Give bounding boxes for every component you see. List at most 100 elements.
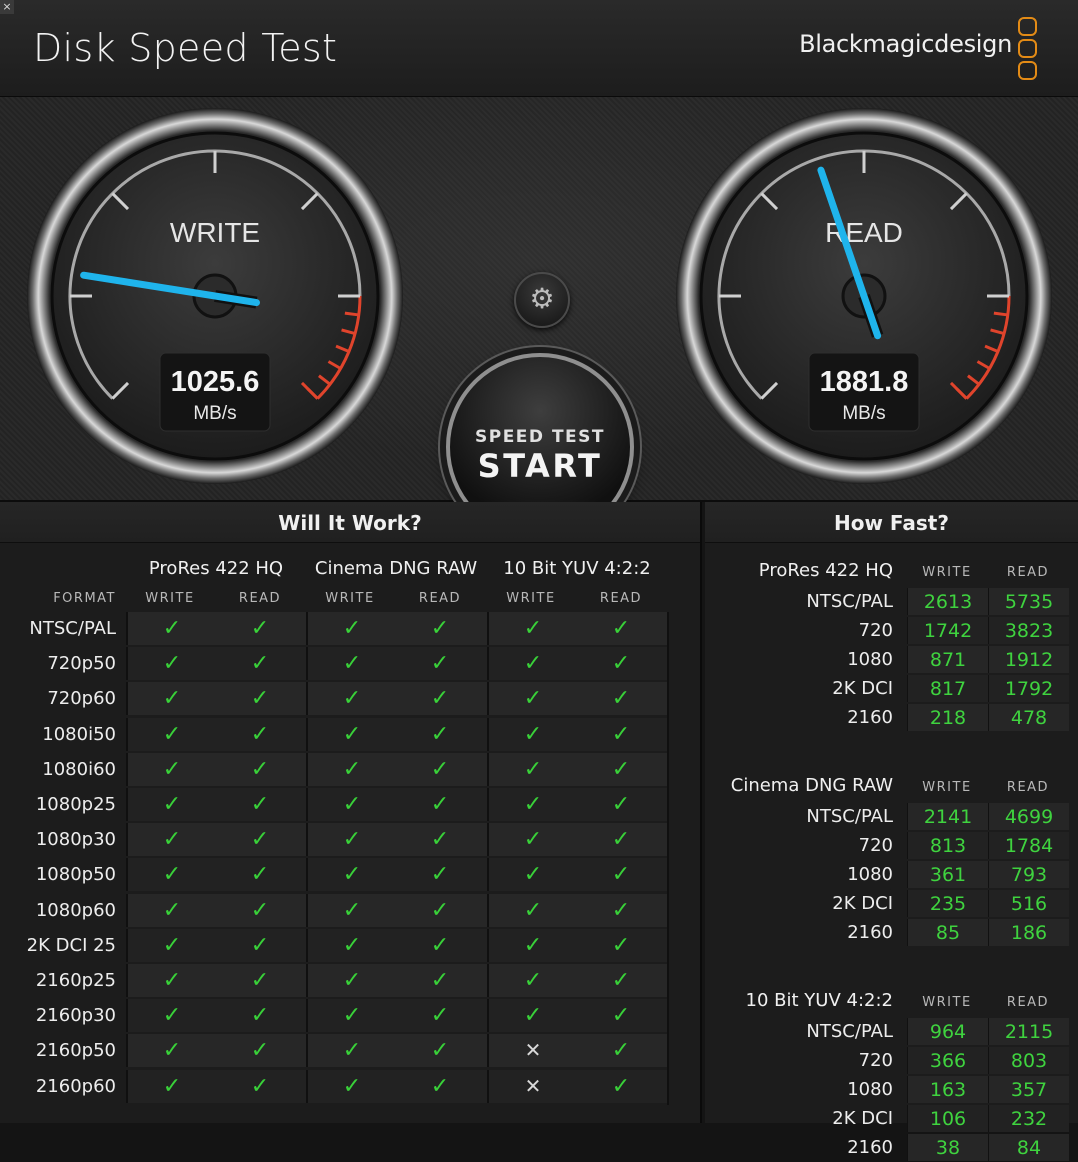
check-icon: ✓ — [126, 823, 216, 857]
check-icon: ✓ — [430, 721, 450, 747]
check-icon: ✓ — [611, 756, 631, 782]
how-fast-read-value: 232 — [988, 1105, 1069, 1132]
check-icon: ✓ — [306, 928, 396, 962]
check-icon: ✓ — [306, 893, 396, 927]
format-label: 2160p25 — [35, 970, 116, 991]
how-fast-read-value: 3823 — [988, 617, 1069, 644]
group-header: ProRes 422 HQ — [148, 558, 284, 579]
how-fast-row-label: 2160 — [847, 1137, 893, 1158]
check-icon: ✓ — [306, 1069, 396, 1103]
check-icon: ✓ — [250, 897, 270, 923]
check-icon: ✓ — [250, 862, 270, 888]
how-fast-read-value: 5735 — [988, 588, 1069, 615]
check-icon: ✓ — [306, 788, 396, 821]
start-button-label: START — [477, 447, 603, 485]
how-fast-write-value: 235 — [907, 890, 988, 917]
read-header: READ — [1006, 565, 1050, 580]
check-icon: ✓ — [306, 752, 396, 786]
check-icon: ✓ — [126, 682, 216, 716]
how-fast-read-value: 803 — [988, 1047, 1069, 1074]
how-fast-write-value: 1742 — [907, 617, 988, 644]
check-icon: ✓ — [430, 1073, 450, 1099]
check-icon: ✓ — [487, 752, 577, 786]
how-fast-read-value: 84 — [988, 1134, 1069, 1161]
format-label: 2160p30 — [35, 1005, 116, 1027]
how-fast-write-value: 361 — [907, 861, 988, 888]
check-icon: ✓ — [126, 788, 216, 821]
check-icon: ✓ — [306, 858, 396, 892]
read-header: READ — [1006, 780, 1050, 795]
how-fast-read-value: 4699 — [988, 803, 1069, 830]
format-label: 720p60 — [47, 688, 116, 710]
check-icon: ✓ — [126, 964, 216, 997]
check-icon: ✓ — [611, 1073, 631, 1099]
how-fast-read-value: 793 — [988, 861, 1069, 888]
format-label: 720p50 — [47, 653, 116, 675]
how-fast-row-label: 2160 — [847, 707, 893, 728]
format-label: 1080i60 — [42, 758, 116, 780]
check-icon: ✓ — [250, 651, 270, 677]
check-icon: ✓ — [250, 721, 270, 747]
how-fast-write-value: 85 — [907, 919, 988, 946]
check-icon: ✓ — [430, 651, 450, 677]
how-fast-write-value: 366 — [907, 1047, 988, 1074]
format-column-header: FORMAT — [53, 591, 116, 606]
how-fast-row-label: 720 — [858, 620, 893, 641]
check-icon: ✓ — [250, 1038, 270, 1064]
check-icon: ✓ — [611, 827, 631, 853]
check-icon: ✓ — [487, 717, 577, 751]
close-icon[interactable]: × — [0, 0, 14, 14]
how-fast-row-label: 1080 — [847, 1079, 893, 1100]
check-icon: ✓ — [430, 616, 450, 641]
how-fast-group-header: Cinema DNG RAW — [730, 775, 893, 796]
how-fast-title: How Fast? — [705, 502, 1078, 543]
brand-name: Blackmagicdesign — [799, 30, 1012, 58]
settings-button[interactable]: ⚙ — [514, 272, 570, 328]
write-speed-unit: MB/s — [193, 403, 236, 424]
check-icon: ✓ — [250, 932, 270, 958]
check-icon: ✓ — [306, 612, 396, 645]
check-icon: ✓ — [250, 827, 270, 853]
check-icon: ✓ — [250, 1073, 270, 1099]
format-label: 1080i50 — [42, 723, 116, 745]
check-icon: ✓ — [611, 721, 631, 747]
check-icon: ✓ — [126, 1069, 216, 1103]
title-bar: Disk Speed Test Blackmagicdesign — [0, 0, 1078, 97]
how-fast-write-value: 817 — [907, 675, 988, 702]
check-icon: ✓ — [306, 999, 396, 1033]
will-it-work-panel: Will It Work? ProRes 422 HQ WRITE READ Cine… — [0, 502, 702, 1123]
check-icon: ✓ — [487, 788, 577, 821]
format-label: 1080p25 — [35, 794, 116, 815]
check-icon: ✓ — [611, 1003, 631, 1029]
check-icon: ✓ — [487, 612, 577, 645]
check-icon: ✓ — [306, 717, 396, 751]
check-icon: ✓ — [250, 686, 270, 712]
check-icon: ✓ — [487, 823, 577, 857]
write-header: WRITE — [922, 780, 972, 795]
cross-icon: ✕ — [487, 1034, 577, 1068]
check-icon: ✓ — [430, 1003, 450, 1029]
how-fast-write-value: 871 — [907, 646, 988, 673]
how-fast-write-value: 106 — [907, 1105, 988, 1132]
read-gauge: READ 1881.8 MB/s — [676, 108, 1052, 484]
how-fast-row-label: NTSC/PAL — [806, 591, 893, 612]
write-gauge-label: WRITE — [170, 217, 260, 248]
check-icon: ✓ — [430, 968, 450, 993]
how-fast-write-value: 38 — [907, 1134, 988, 1161]
format-label: 2160p60 — [35, 1075, 116, 1097]
how-fast-write-value: 218 — [907, 704, 988, 731]
check-icon: ✓ — [611, 792, 631, 817]
start-button-caption: SPEED TEST — [474, 427, 605, 447]
check-icon: ✓ — [430, 686, 450, 712]
format-label: 1080p60 — [35, 899, 116, 921]
write-column-header: WRITE — [145, 591, 195, 606]
brand-logo-icon — [1018, 17, 1037, 83]
check-icon: ✓ — [487, 893, 577, 927]
write-column-header: WRITE — [325, 591, 375, 606]
check-icon: ✓ — [126, 999, 216, 1033]
app-title: Disk Speed Test — [33, 26, 338, 70]
check-icon: ✓ — [306, 682, 396, 716]
how-fast-write-value: 2141 — [907, 803, 988, 830]
read-speed-unit: MB/s — [842, 403, 885, 424]
check-icon: ✓ — [487, 858, 577, 892]
